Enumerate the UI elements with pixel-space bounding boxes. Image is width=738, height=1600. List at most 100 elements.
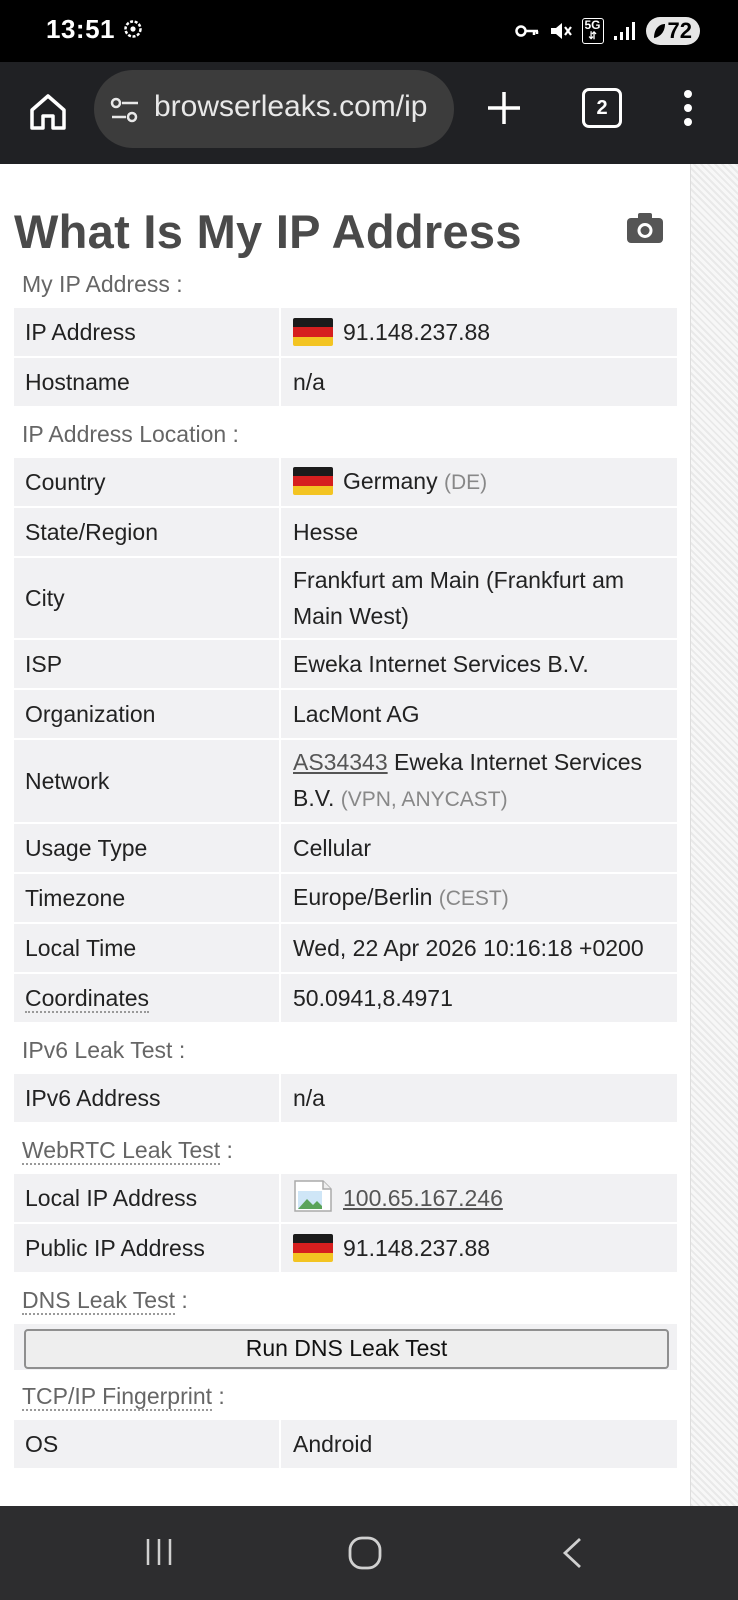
browser-toolbar: browserleaks.com/ip 2 (0, 62, 738, 164)
tcpip-title-link[interactable]: TCP/IP Fingerprint (22, 1383, 213, 1411)
broken-image-icon (294, 1180, 332, 1213)
web-page[interactable]: What Is My IP Address My IP Address : IP… (0, 164, 738, 1506)
dns-title-link[interactable]: DNS Leak Test (22, 1287, 175, 1315)
row-label: City (14, 558, 281, 640)
hostname-value: n/a (281, 358, 677, 408)
local-time-value: Wed, 22 Apr 2026 10:16:18 +0200 (281, 924, 677, 974)
row-label: Country (14, 458, 281, 508)
webrtc-title-link[interactable]: WebRTC Leak Test (22, 1137, 221, 1165)
row-value: 91.148.237.88 (281, 1224, 677, 1274)
row-label: State/Region (14, 508, 281, 558)
city-value: Frankfurt am Main (Frankfurt am Main Wes… (281, 558, 677, 640)
status-bar: 13:51 5G ⇵ 72 (0, 0, 738, 62)
table-row: Network AS34343 Eweka Internet Services … (14, 740, 677, 824)
battery-saver-leaf-icon (653, 24, 665, 38)
table-row: Coordinates 50.0941,8.4971 (14, 974, 677, 1024)
row-label: Local IP Address (14, 1174, 281, 1224)
asn-link[interactable]: AS34343 (293, 749, 388, 775)
table-row: IPv6 Address n/a (14, 1074, 677, 1124)
state-value: Hesse (281, 508, 677, 558)
section-title-my-ip: My IP Address : (22, 271, 183, 297)
system-navigation-bar (0, 1506, 738, 1600)
table-row: Organization LacMont AG (14, 690, 677, 740)
camera-icon[interactable] (626, 212, 664, 244)
row-label: Public IP Address (14, 1224, 281, 1274)
tcpip-table: OS Android (14, 1420, 677, 1470)
table-row: Country Germany (DE) (14, 458, 677, 508)
row-label: Usage Type (14, 824, 281, 874)
country-value: Germany (343, 468, 438, 494)
home-circle-icon[interactable] (348, 1536, 382, 1570)
table-row: Local Time Wed, 22 Apr 2026 10:16:18 +02… (14, 924, 677, 974)
page-side-strip (690, 164, 738, 1506)
network-tags: (VPN, ANYCAST) (340, 788, 508, 811)
row-value: AS34343 Eweka Internet Services B.V. (VP… (281, 740, 677, 824)
row-label: Organization (14, 690, 281, 740)
ipv6-table: IPv6 Address n/a (14, 1074, 677, 1124)
site-settings-icon[interactable] (110, 97, 140, 123)
section-title-tcpip: TCP/IP Fingerprint : (22, 1383, 225, 1411)
table-row: Hostname n/a (14, 358, 677, 408)
row-label: Hostname (14, 358, 281, 408)
coordinates-label[interactable]: Coordinates (25, 984, 150, 1013)
row-label: Coordinates (14, 974, 281, 1024)
germany-flag-icon (293, 317, 333, 346)
my-ip-table: IP Address 91.148.237.88 Hostname n/a (14, 308, 677, 408)
section-title-webrtc: WebRTC Leak Test : (22, 1137, 233, 1165)
ip-address-value: 91.148.237.88 (343, 319, 491, 345)
table-row: Timezone Europe/Berlin (CEST) (14, 874, 677, 924)
status-time: 13:51 (46, 14, 115, 44)
webrtc-table: Local IP Address 100.65.167.246 Public I… (14, 1174, 677, 1274)
back-icon[interactable] (560, 1536, 584, 1570)
signal-bars-icon (613, 22, 635, 40)
settings-notification-icon (124, 20, 142, 38)
row-value: Europe/Berlin (CEST) (281, 874, 677, 924)
row-label: IPv6 Address (14, 1074, 281, 1124)
organization-value: LacMont AG (281, 690, 677, 740)
page-title: What Is My IP Address (14, 205, 522, 258)
germany-flag-icon (293, 466, 333, 495)
germany-flag-icon (293, 1233, 333, 1262)
table-row: Public IP Address 91.148.237.88 (14, 1224, 677, 1274)
timezone-abbr: (CEST) (438, 887, 509, 910)
vpn-key-icon (514, 25, 538, 37)
isp-value: Eweka Internet Services B.V. (281, 640, 677, 690)
timezone-value: Europe/Berlin (293, 884, 433, 910)
usage-type-value: Cellular (281, 824, 677, 874)
network-5g-indicator: 5G ⇵ (581, 18, 604, 44)
local-ip-link[interactable]: 100.65.167.246 (343, 1185, 503, 1211)
mute-icon (550, 23, 572, 39)
table-row: Local IP Address 100.65.167.246 (14, 1174, 677, 1224)
row-label: OS (14, 1420, 281, 1470)
table-row: OS Android (14, 1420, 677, 1470)
home-icon[interactable] (24, 88, 72, 136)
row-label: Local Time (14, 924, 281, 974)
section-title-location: IP Address Location : (22, 421, 239, 447)
coordinates-value: 50.0941,8.4971 (281, 974, 677, 1024)
new-tab-icon[interactable] (484, 88, 524, 128)
dns-test-row: Run DNS Leak Test (14, 1324, 677, 1370)
row-label: ISP (14, 640, 281, 690)
table-row: ISP Eweka Internet Services B.V. (14, 640, 677, 690)
battery-indicator: 72 (645, 17, 700, 45)
country-code: (DE) (443, 471, 488, 494)
run-dns-leak-test-button[interactable]: Run DNS Leak Test (24, 1329, 669, 1369)
ipv6-value: n/a (281, 1074, 677, 1124)
tab-switcher-button[interactable]: 2 (582, 88, 622, 128)
row-value: 100.65.167.246 (281, 1174, 677, 1224)
table-row: State/Region Hesse (14, 508, 677, 558)
row-label: Timezone (14, 874, 281, 924)
row-value: 91.148.237.88 (281, 308, 677, 358)
row-label: IP Address (14, 308, 281, 358)
recent-apps-icon[interactable] (144, 1536, 174, 1568)
row-label: Network (14, 740, 281, 824)
section-title-ipv6: IPv6 Leak Test : (22, 1037, 186, 1063)
url-text[interactable]: browserleaks.com/ip (154, 90, 444, 124)
row-value: Germany (DE) (281, 458, 677, 508)
public-ip-value: 91.148.237.88 (343, 1235, 491, 1261)
section-title-dns: DNS Leak Test : (22, 1287, 188, 1315)
location-table: Country Germany (DE) State/Region Hesse … (14, 458, 677, 1024)
more-options-icon[interactable] (678, 86, 698, 130)
address-bar[interactable]: browserleaks.com/ip (94, 70, 454, 148)
table-row: IP Address 91.148.237.88 (14, 308, 677, 358)
